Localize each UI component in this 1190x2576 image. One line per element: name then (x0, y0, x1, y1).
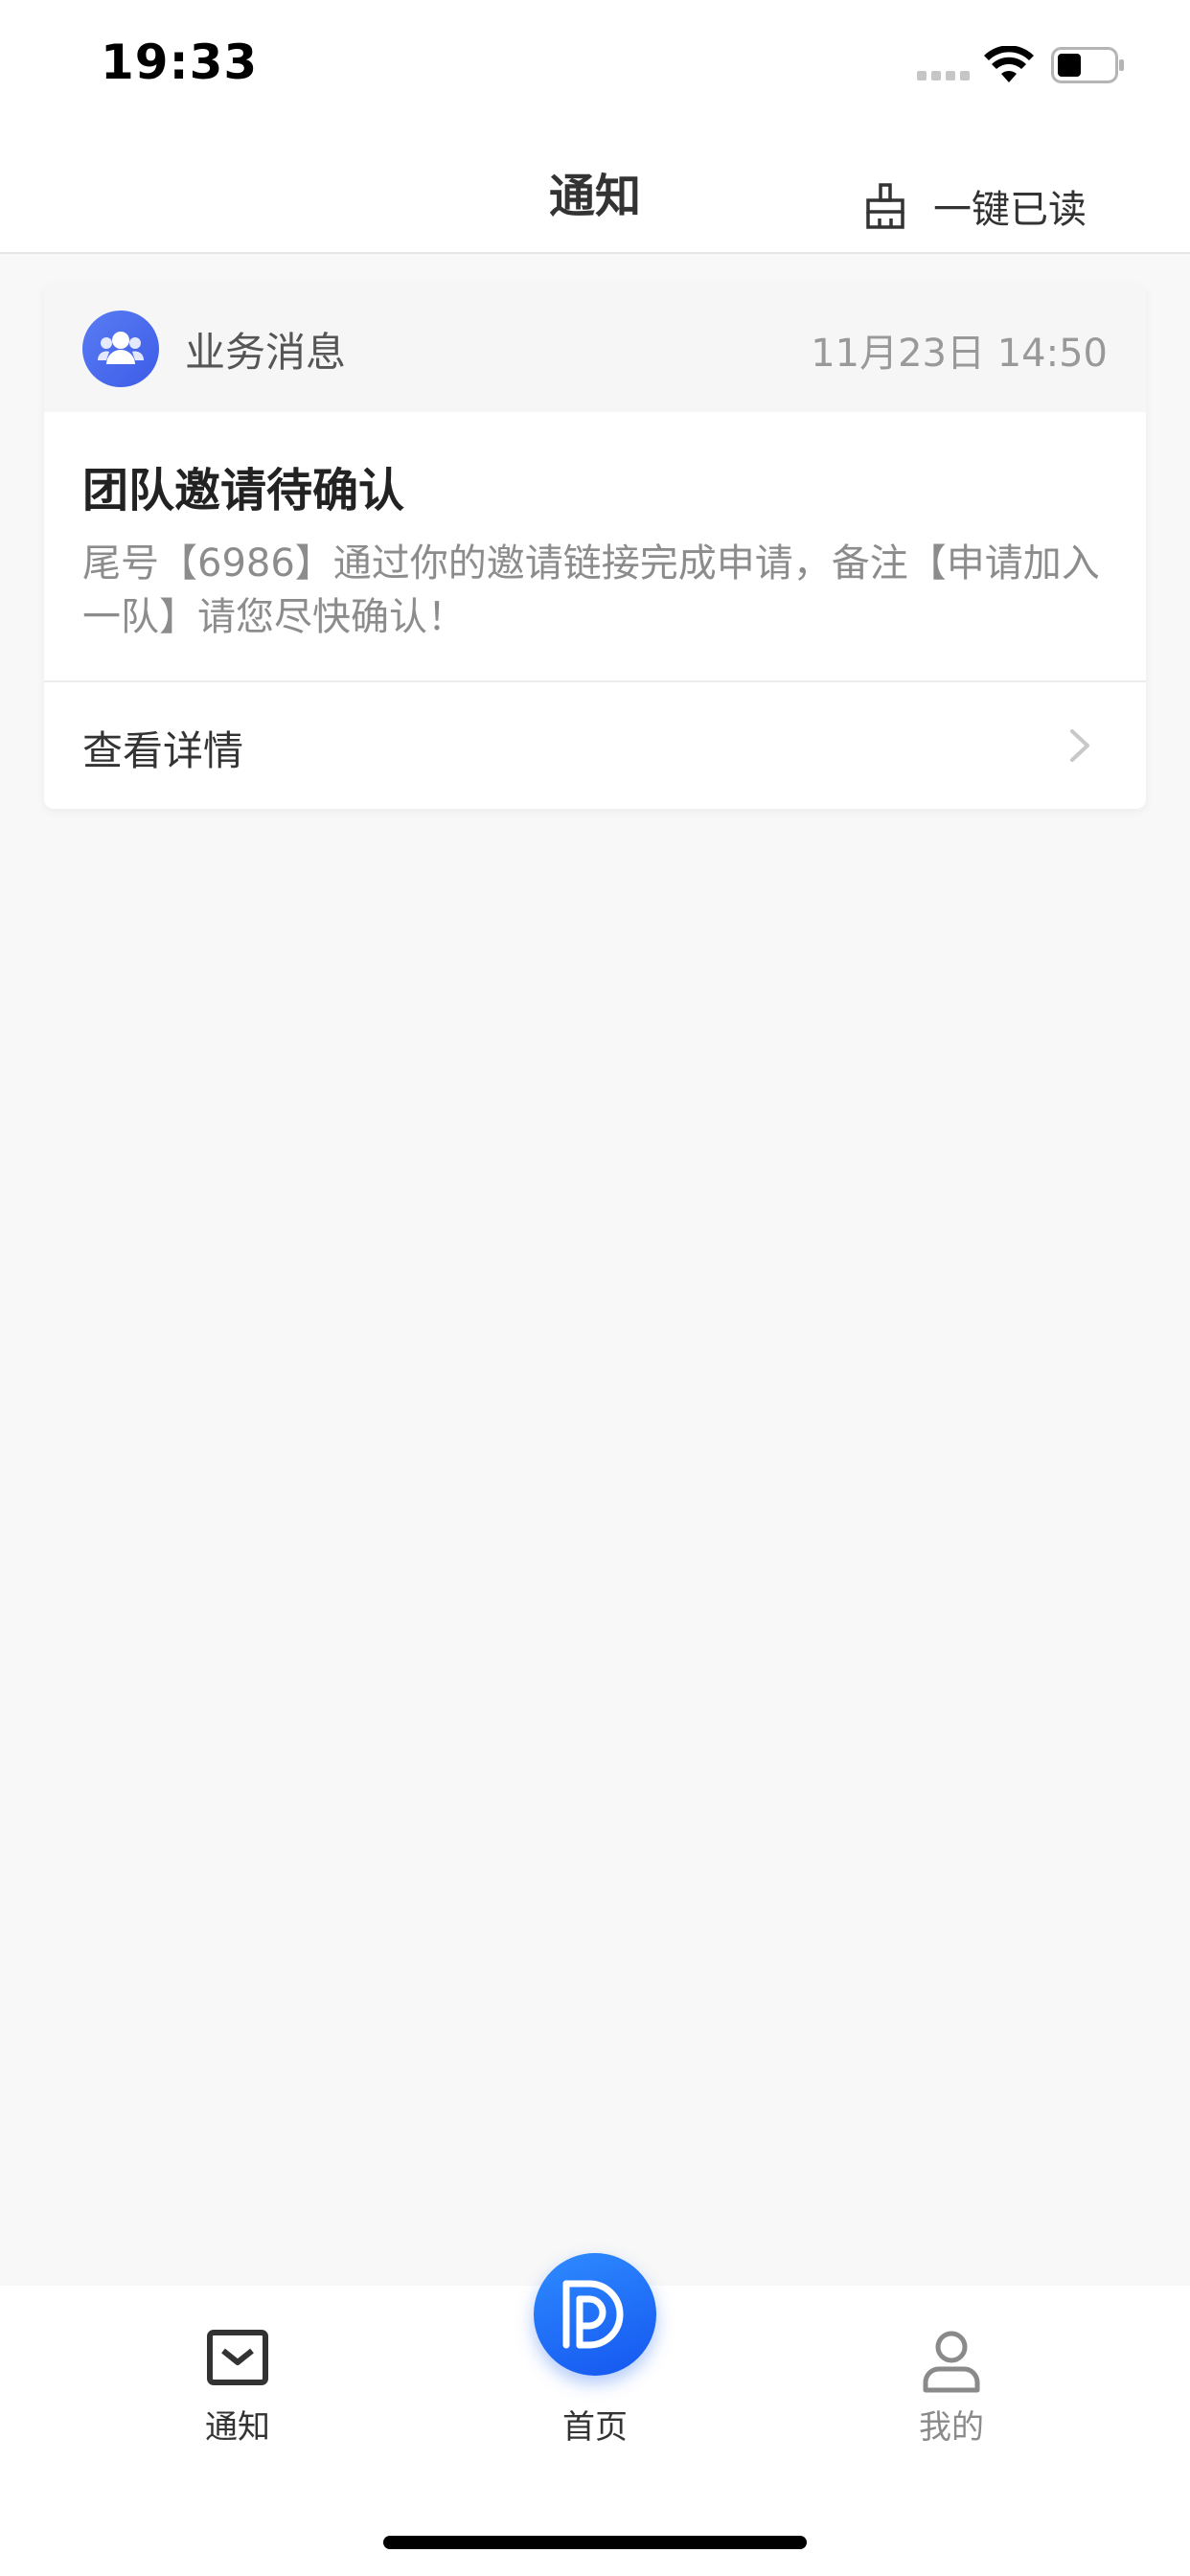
nav-bar: 通知 一键已读 (0, 129, 1190, 254)
view-details-row[interactable]: 查看详情 (44, 682, 1146, 809)
team-icon (98, 332, 144, 364)
tab-label: 我的 (919, 2408, 984, 2447)
cellular-signal-icon (917, 71, 971, 80)
broom-icon (866, 183, 904, 229)
notification-category: 业务消息 (185, 329, 347, 376)
home-indicator (383, 2536, 807, 2549)
notification-card-header: 业务消息 11月23日 14:50 (44, 284, 1146, 412)
notification-timestamp: 11月23日 14:50 (811, 332, 1108, 376)
notification-card[interactable]: 业务消息 11月23日 14:50 团队邀请待确认 尾号【6986】通过你的邀请… (44, 284, 1146, 809)
mail-icon (207, 2330, 268, 2385)
notification-title: 团队邀请待确认 (82, 464, 405, 518)
tab-notifications[interactable]: 通知 (142, 2286, 333, 2477)
status-time: 19:33 (101, 34, 259, 90)
mark-all-read-button[interactable]: 一键已读 (862, 177, 1087, 235)
home-logo-icon (562, 2280, 624, 2349)
notification-body: 尾号【6986】通过你的邀请链接完成申请，备注【申请加入一队】请您尽快确认！ (82, 541, 1100, 639)
tab-label: 首页 (562, 2408, 628, 2447)
tab-mine[interactable]: 我的 (856, 2286, 1047, 2477)
view-details-label: 查看详情 (82, 727, 244, 774)
category-avatar (82, 310, 159, 387)
home-logo-button[interactable] (534, 2253, 656, 2376)
wifi-icon (984, 46, 1034, 82)
user-icon (923, 2331, 980, 2393)
mark-all-read-label: 一键已读 (933, 188, 1087, 232)
status-bar: 19:33 (0, 0, 1190, 129)
battery-icon (1051, 47, 1124, 83)
chevron-right-icon (1070, 729, 1089, 762)
notification-screen: 19:33 通知 一键已读 业务消息 11月23日 14:50 团队邀请待确认 … (0, 0, 1190, 2576)
tab-label: 通知 (205, 2408, 270, 2447)
